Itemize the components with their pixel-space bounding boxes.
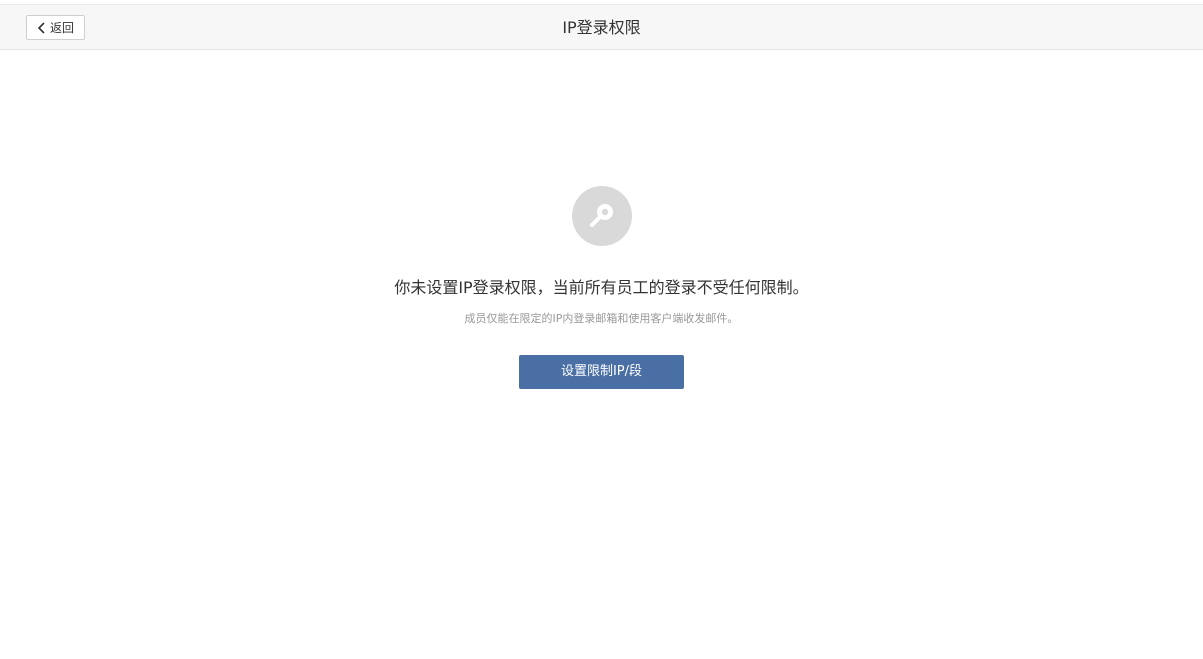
empty-state-description: 成员仅能在限定的IP内登录邮箱和使用客户端收发邮件。 bbox=[464, 312, 739, 325]
empty-state: 你未设置IP登录权限，当前所有员工的登录不受任何限制。 成员仅能在限定的IP内登… bbox=[0, 186, 1203, 389]
back-button[interactable]: 返回 bbox=[26, 15, 85, 40]
set-ip-restriction-button[interactable]: 设置限制IP/段 bbox=[519, 355, 684, 389]
empty-state-headline: 你未设置IP登录权限，当前所有员工的登录不受任何限制。 bbox=[394, 278, 809, 297]
page-title: IP登录权限 bbox=[562, 18, 641, 37]
key-icon bbox=[571, 186, 632, 246]
back-button-label: 返回 bbox=[49, 21, 74, 35]
top-bar: IP登录权限 返回 bbox=[0, 4, 1203, 50]
chevron-left-icon bbox=[37, 21, 45, 34]
